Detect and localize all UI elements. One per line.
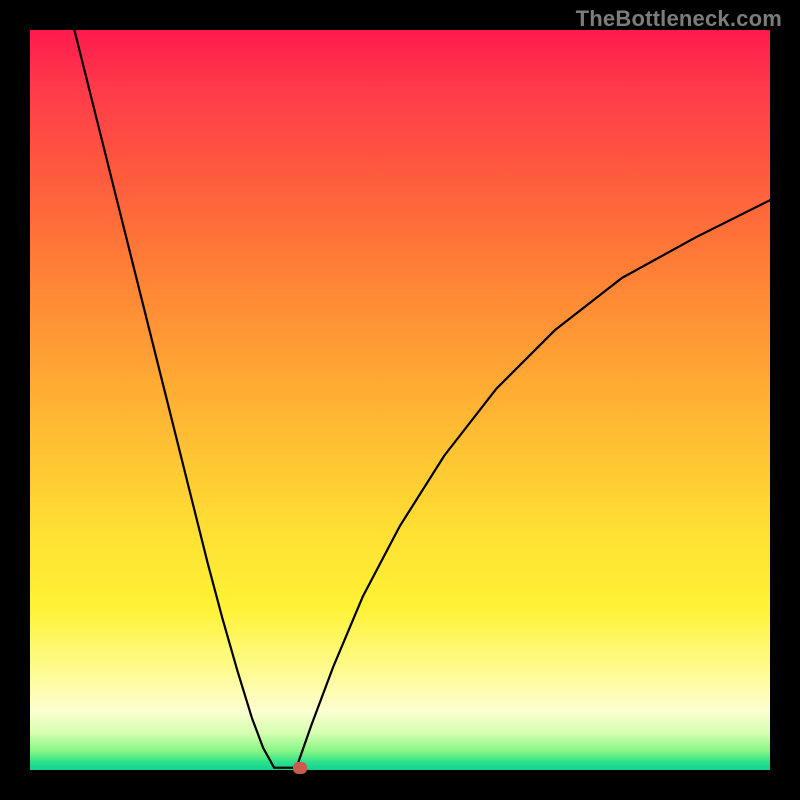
watermark-text: TheBottleneck.com — [576, 6, 782, 32]
chart-frame: TheBottleneck.com — [0, 0, 800, 800]
optimum-marker — [293, 762, 307, 774]
bottleneck-curve — [30, 30, 770, 770]
